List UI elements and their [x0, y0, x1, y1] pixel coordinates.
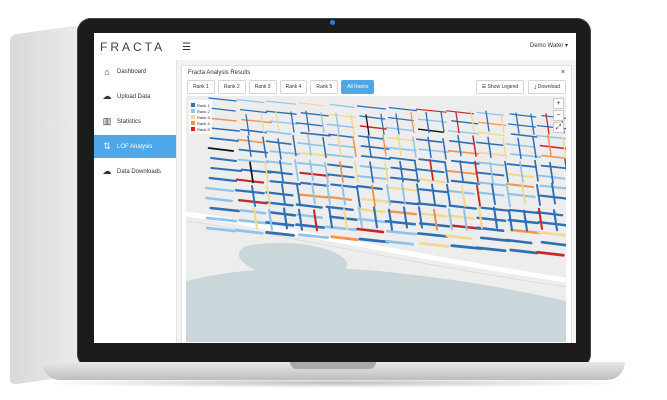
legend-label: Rank 3: [197, 114, 210, 120]
legend-label: Rank 1: [197, 102, 210, 108]
tab-all-ranks[interactable]: All Ranks: [341, 80, 375, 94]
main-content: Fracta Analysis Results × Rank 1 Rank 2 …: [177, 60, 576, 343]
sidebar-item-upload-data[interactable]: ☁ Upload Data: [94, 85, 176, 108]
map-canvas[interactable]: [186, 96, 566, 342]
laptop-notch: [290, 362, 376, 369]
sidebar-item-lof-analysis[interactable]: ⇅ LOF Analysis: [94, 135, 176, 158]
legend-label: Rank 4: [197, 120, 210, 126]
camera-icon: [330, 20, 335, 25]
sidebar-item-label: Upload Data: [117, 93, 151, 100]
sidebar-item-statistics[interactable]: ▥ Statistics: [94, 110, 176, 133]
user-menu[interactable]: Demo Water ▾: [530, 42, 568, 49]
results-panel: Fracta Analysis Results × Rank 1 Rank 2 …: [181, 65, 572, 343]
sidebar-item-label: Statistics: [117, 118, 142, 125]
sidebar-item-label: LOF Analysis: [117, 143, 153, 150]
map-legend: Rank 1 Rank 2 Rank 3 Rank 4 Rank 5: [189, 100, 212, 134]
zoom-out-button[interactable]: −: [553, 110, 564, 121]
tab-rank-2[interactable]: Rank 2: [217, 80, 246, 94]
sidebar-item-data-downloads[interactable]: ☁ Data Downloads: [94, 160, 176, 183]
panel-title: Fracta Analysis Results: [188, 70, 251, 76]
cloud-download-icon: ☁: [102, 166, 112, 176]
close-icon[interactable]: ×: [561, 69, 565, 76]
sort-icon: ⇅: [103, 141, 111, 151]
laptop-shadow: [10, 25, 80, 385]
download-label: Download: [537, 84, 560, 90]
legend-item: Rank 5: [191, 126, 210, 132]
legend-swatch: [191, 109, 195, 113]
tab-rank-4[interactable]: Rank 4: [279, 80, 308, 94]
zoom-controls: + − ⤢: [553, 98, 564, 133]
logo: FRACTA: [100, 40, 166, 54]
sidebar-item-label: Data Downloads: [117, 168, 162, 175]
rank-tabs: Rank 1 Rank 2 Rank 3 Rank 4 Rank 5 All R…: [187, 80, 375, 94]
sidebar: ⌂ Dashboard ☁ Upload Data ▥ Statistics ⇅…: [94, 60, 177, 343]
sidebar-item-dashboard[interactable]: ⌂ Dashboard: [94, 60, 176, 83]
tab-rank-3[interactable]: Rank 3: [248, 80, 277, 94]
panel-actions: ☰ Show Legend ⤓ Download: [475, 80, 566, 94]
show-legend-button[interactable]: ☰ Show Legend: [475, 80, 525, 94]
hamburger-icon[interactable]: ☰: [182, 42, 191, 53]
show-legend-label: Show Legend: [487, 84, 519, 90]
bar-chart-icon: ▥: [102, 116, 112, 126]
zoom-in-button[interactable]: +: [553, 98, 564, 109]
base-shadow: [30, 378, 637, 388]
download-button[interactable]: ⤓ Download: [528, 80, 566, 94]
legend-swatch: [191, 127, 195, 131]
pipe-network-map[interactable]: Rank 1 Rank 2 Rank 3 Rank 4 Rank 5 + − ⤢: [186, 96, 566, 342]
screen: FRACTA ☰ Demo Water ▾ ⌂ Dashboard ☁ Uplo…: [94, 33, 576, 343]
legend-swatch: [191, 103, 195, 107]
legend-swatch: [191, 121, 195, 125]
home-icon: ⌂: [104, 66, 110, 77]
fullscreen-icon[interactable]: ⤢: [553, 122, 564, 133]
tab-rank-5[interactable]: Rank 5: [310, 80, 339, 94]
legend-label: Rank 2: [197, 108, 210, 114]
tab-rank-1[interactable]: Rank 1: [187, 80, 215, 94]
legend-swatch: [191, 115, 195, 119]
top-bar: FRACTA ☰ Demo Water ▾: [94, 33, 576, 61]
sidebar-item-label: Dashboard: [117, 68, 147, 75]
cloud-upload-icon: ☁: [102, 91, 112, 101]
legend-label: Rank 5: [197, 126, 210, 132]
